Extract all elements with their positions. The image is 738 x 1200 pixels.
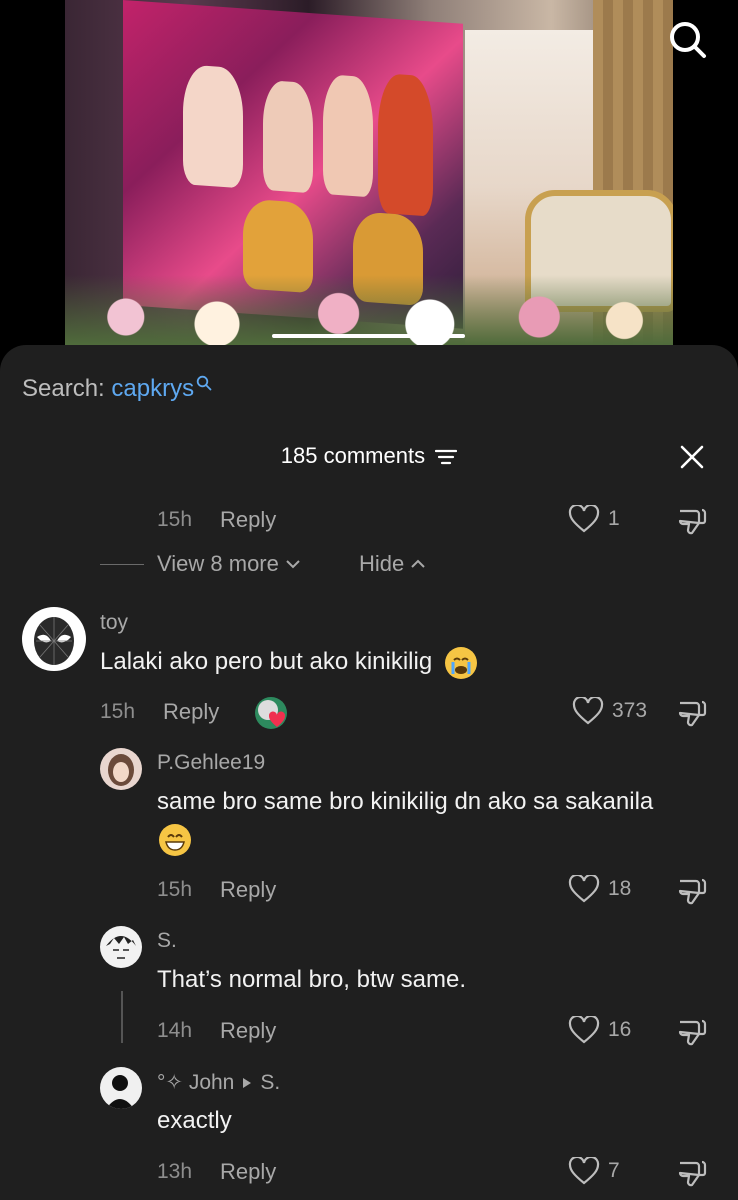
- timestamp: 15h: [157, 878, 193, 901]
- like-button[interactable]: 18: [568, 875, 631, 903]
- reply-button[interactable]: Reply: [220, 877, 276, 903]
- avatar[interactable]: [22, 607, 86, 671]
- reply-button[interactable]: Reply: [220, 1159, 276, 1185]
- comment-text-content: same bro same bro kinikilig dn ako sa sa…: [157, 788, 654, 815]
- search-suggestion[interactable]: Search: capkrys: [22, 375, 212, 403]
- grinning-face-emoji-icon: [159, 823, 191, 856]
- comment-count: 185 comments: [280, 443, 426, 468]
- username[interactable]: °✧ John: [157, 1070, 234, 1095]
- heart-icon: [572, 697, 604, 725]
- thread-line: [121, 991, 123, 1043]
- girl-avatar-icon: [108, 754, 134, 786]
- heart-icon: [258, 700, 286, 727]
- reply-header: °✧ John S.: [157, 1070, 280, 1095]
- view-more-label: View 8 more: [157, 551, 279, 576]
- avatar[interactable]: [100, 926, 142, 968]
- username[interactable]: P.Gehlee19: [157, 751, 265, 775]
- dislike-icon[interactable]: [676, 505, 708, 537]
- view-more-button[interactable]: View 8 more: [157, 551, 301, 577]
- anime-avatar-icon: [106, 936, 136, 959]
- close-icon[interactable]: [678, 443, 706, 471]
- timestamp: 14h: [157, 1019, 193, 1042]
- reply-button[interactable]: Reply: [220, 1018, 276, 1044]
- like-button[interactable]: 373: [572, 697, 647, 725]
- avatar[interactable]: [100, 748, 142, 790]
- heart-icon: [568, 1016, 600, 1044]
- timestamp: 15h: [157, 508, 193, 531]
- search-icon: [196, 375, 212, 391]
- thread-divider: [100, 564, 144, 565]
- like-count: 373: [612, 699, 648, 722]
- username[interactable]: S.: [157, 929, 177, 953]
- reply-button[interactable]: Reply: [163, 699, 219, 725]
- like-count: 16: [608, 1018, 632, 1041]
- dislike-icon[interactable]: [676, 697, 708, 729]
- person-avatar-icon: [100, 1067, 142, 1109]
- search-prefix: Search:: [22, 375, 105, 402]
- video-frame: [65, 0, 673, 345]
- comment-text: same bro same bro kinikilig dn ako sa sa…: [157, 783, 677, 857]
- dislike-icon[interactable]: [676, 1157, 708, 1189]
- timestamp: 13h: [157, 1160, 193, 1183]
- username[interactable]: toy: [100, 611, 128, 635]
- chevron-down-icon: [286, 560, 300, 569]
- like-count: 18: [608, 877, 632, 900]
- like-count: 7: [608, 1159, 620, 1182]
- hide-button[interactable]: Hide: [359, 551, 426, 577]
- search-term[interactable]: capkrys: [111, 375, 194, 402]
- reply-button[interactable]: Reply: [220, 507, 276, 533]
- heart-icon: [568, 1157, 600, 1185]
- search-icon[interactable]: [668, 20, 708, 60]
- comment-text: exactly: [157, 1107, 232, 1134]
- crying-face-emoji-icon: [444, 646, 477, 679]
- like-button[interactable]: 1: [568, 505, 620, 533]
- hide-label: Hide: [359, 551, 405, 576]
- heart-icon: [568, 505, 600, 533]
- comment-text: That’s normal bro, btw same.: [157, 966, 467, 993]
- creator-liked-badge: [255, 697, 287, 729]
- play-right-icon: [243, 1077, 252, 1088]
- like-button[interactable]: 16: [568, 1016, 631, 1044]
- comments-sheet: Search: capkrys 185 comments 15h Reply 1…: [0, 345, 738, 1200]
- like-button[interactable]: 7: [568, 1157, 620, 1185]
- comment-text-content: Lalaki ako pero but ako kinikilig: [100, 648, 433, 675]
- reply-to-user[interactable]: S.: [260, 1071, 280, 1095]
- timestamp: 15h: [100, 700, 136, 723]
- dislike-icon[interactable]: [676, 1016, 708, 1048]
- dislike-icon[interactable]: [676, 875, 708, 907]
- comments-header[interactable]: 185 comments: [0, 443, 738, 469]
- progress-bar[interactable]: [272, 334, 465, 338]
- comment-text: Lalaki ako pero but ako kinikilig: [100, 643, 700, 680]
- sort-icon[interactable]: [435, 448, 458, 466]
- video-player[interactable]: [0, 0, 738, 345]
- spiderman-avatar-icon: [34, 617, 74, 665]
- avatar[interactable]: [100, 1067, 142, 1109]
- chevron-up-icon: [411, 559, 425, 568]
- heart-icon: [568, 875, 600, 903]
- like-count: 1: [608, 507, 620, 530]
